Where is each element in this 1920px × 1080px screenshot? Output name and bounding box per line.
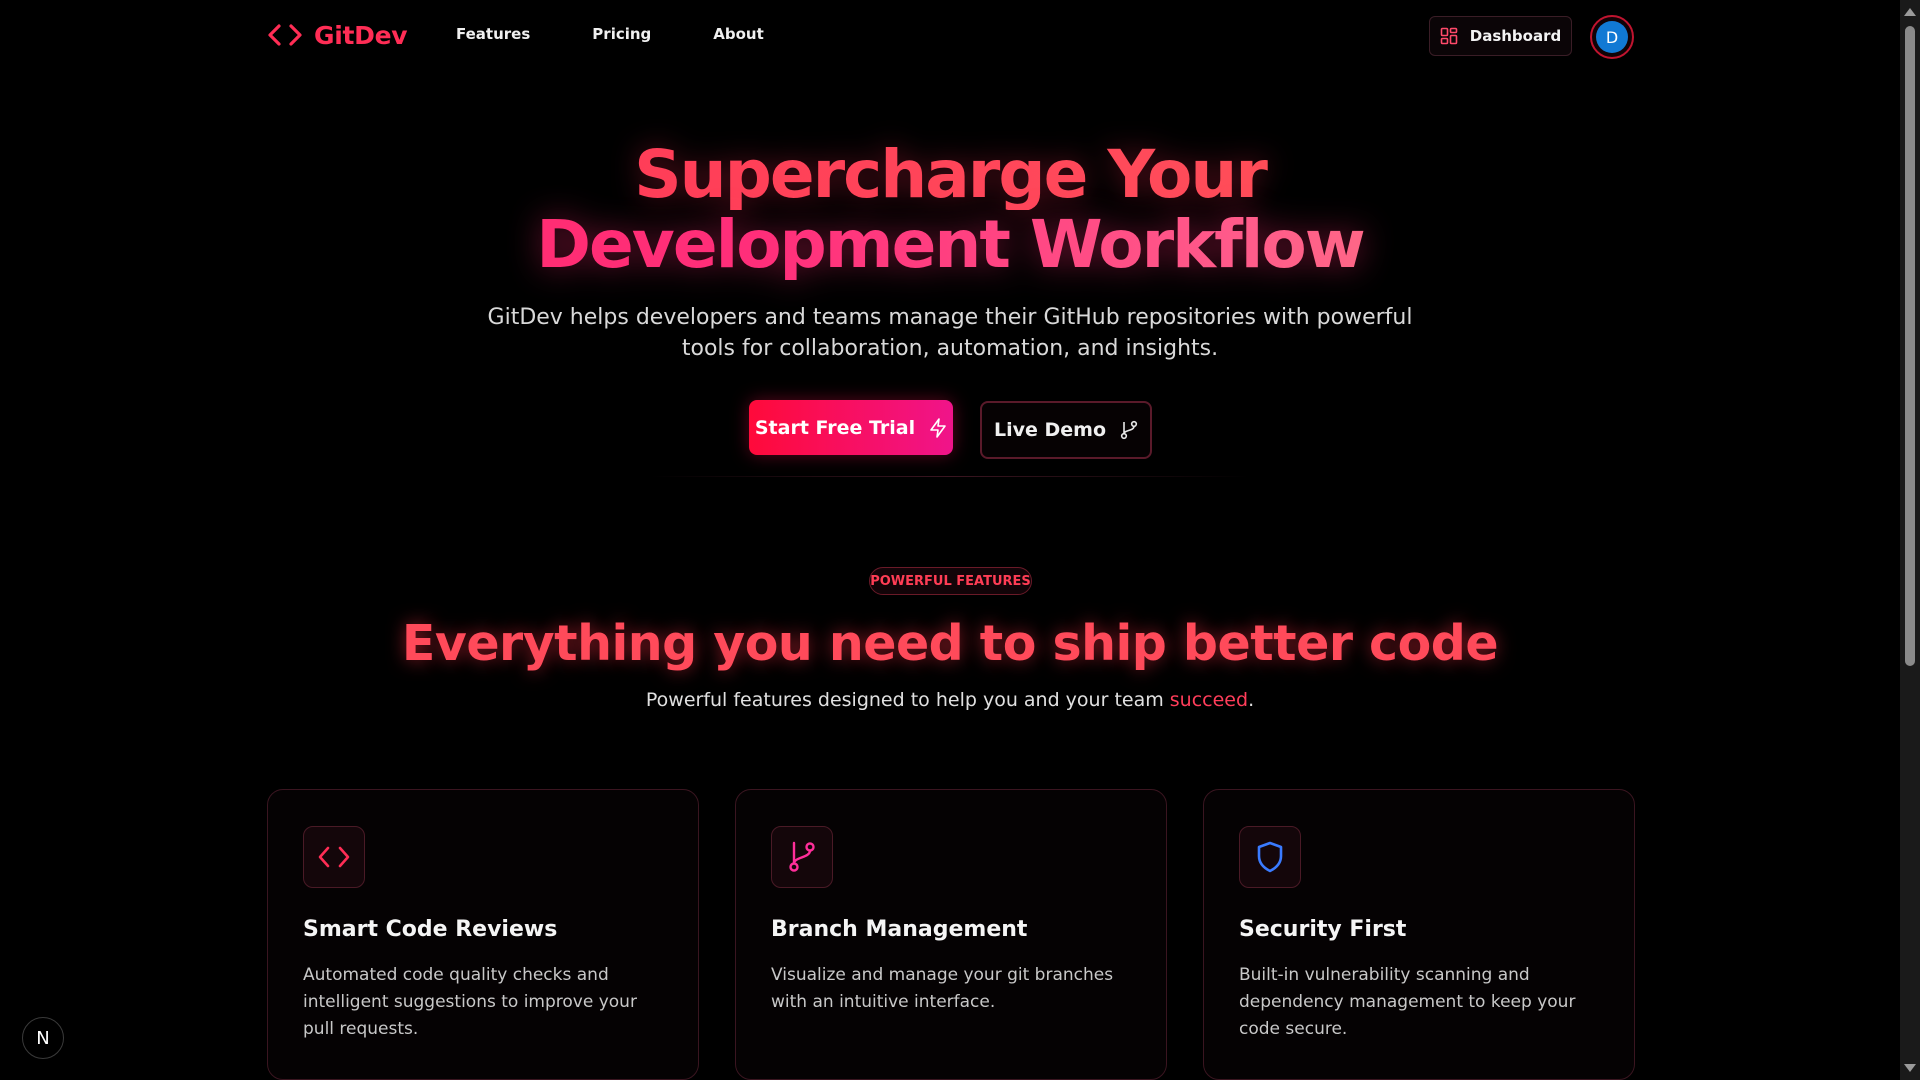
- code-icon: [318, 846, 350, 868]
- scroll-up-icon[interactable]: [1904, 8, 1916, 16]
- brand-name: GitDev: [314, 20, 408, 50]
- hero-subtitle: GitDev helps developers and teams manage…: [0, 302, 1900, 364]
- features-subtitle: Powerful features designed to help you a…: [0, 689, 1900, 711]
- nav-link-features[interactable]: Features: [456, 25, 530, 43]
- git-branch-icon: [789, 841, 815, 872]
- scrollbar-thumb[interactable]: [1905, 26, 1915, 666]
- top-nav: GitDev Features Pricing About Dashboard …: [0, 0, 1900, 72]
- features-badge: POWERFUL FEATURES: [869, 567, 1032, 595]
- dashboard-label: Dashboard: [1469, 27, 1562, 45]
- nav-links: Features Pricing About: [456, 25, 826, 43]
- user-avatar[interactable]: D: [1590, 15, 1634, 59]
- features-title: Everything you need to ship better code: [401, 615, 1499, 672]
- feature-card-code-reviews: Smart Code Reviews Automated code qualit…: [267, 789, 699, 1080]
- code-icon: [268, 24, 302, 46]
- hero-title-line1: Supercharge Your: [0, 140, 1900, 210]
- feature-card-title: Branch Management: [771, 917, 1028, 942]
- feature-card-title: Smart Code Reviews: [303, 917, 558, 942]
- nav-link-about[interactable]: About: [713, 25, 764, 43]
- shield-icon: [1257, 841, 1283, 873]
- features-subtitle-accent: succeed: [1169, 689, 1249, 711]
- avatar-initial: D: [1596, 21, 1628, 53]
- live-demo-label: Live Demo: [993, 419, 1106, 441]
- git-branch-icon: [1120, 420, 1138, 440]
- nav-link-pricing[interactable]: Pricing: [592, 25, 651, 43]
- hero-title: Supercharge Your Development Workflow: [0, 140, 1900, 280]
- dashboard-grid-icon: [1440, 27, 1458, 45]
- lightning-icon: [930, 417, 946, 438]
- live-demo-button[interactable]: Live Demo: [980, 401, 1152, 459]
- feature-icon-box: [771, 826, 833, 888]
- dev-tools-badge[interactable]: N: [22, 1017, 64, 1059]
- feature-card-description: Visualize and manage your git branches w…: [771, 965, 1114, 1012]
- feature-card-branch-management: Branch Management Visualize and manage y…: [735, 789, 1167, 1080]
- feature-card-description: Built-in vulnerability scanning and depe…: [1239, 965, 1576, 1039]
- hero-subtitle-line1: GitDev helps developers and teams manage…: [487, 305, 1413, 330]
- dashboard-button[interactable]: Dashboard: [1429, 16, 1572, 56]
- feature-icon-box: [303, 826, 365, 888]
- features-subtitle-text: Powerful features designed to help you a…: [645, 689, 1170, 711]
- feature-card-security: Security First Built-in vulnerability sc…: [1203, 789, 1635, 1080]
- hero-divider: [650, 476, 1250, 477]
- hero-subtitle-line2: tools for collaboration, automation, and…: [681, 336, 1219, 361]
- brand-logo[interactable]: GitDev: [266, 18, 408, 52]
- feature-card-title: Security First: [1239, 917, 1407, 942]
- features-subtitle-suffix: .: [1248, 689, 1255, 711]
- feature-card-description: Automated code quality checks and intell…: [303, 965, 637, 1039]
- start-free-trial-button[interactable]: Start Free Trial: [749, 400, 953, 455]
- start-free-trial-label: Start Free Trial: [754, 416, 916, 439]
- page-scrollbar[interactable]: [1900, 0, 1920, 1080]
- hero-title-line2: Development Workflow: [0, 210, 1900, 280]
- scroll-down-icon[interactable]: [1904, 1064, 1916, 1072]
- feature-icon-box: [1239, 826, 1301, 888]
